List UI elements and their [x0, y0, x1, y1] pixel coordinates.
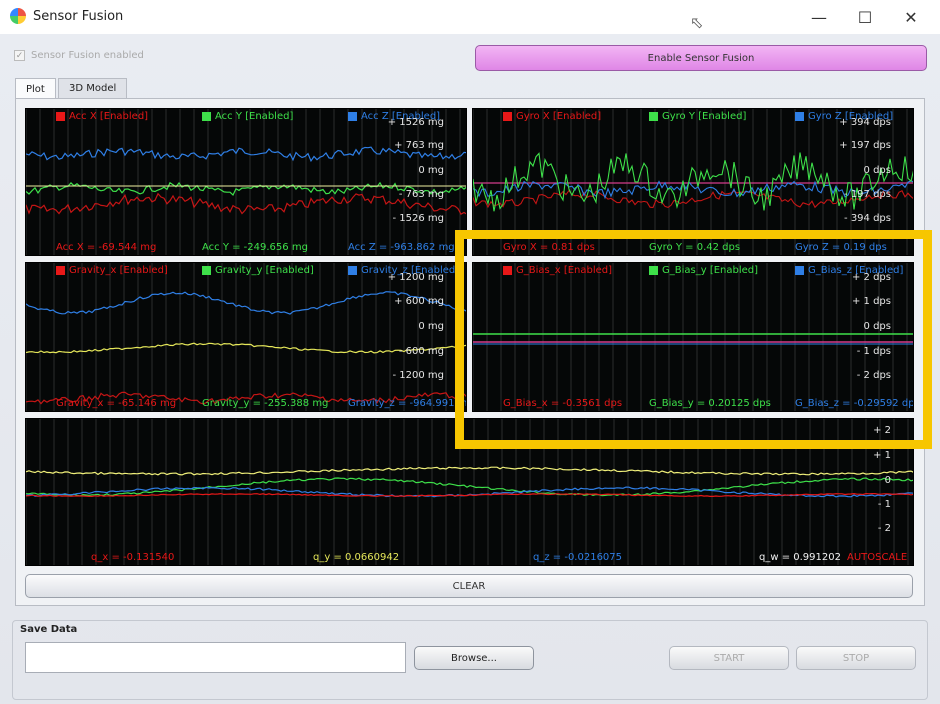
acc-readout-x: Acc X = -69.544 mg: [56, 242, 157, 253]
acc-tick: + 1526 mg: [387, 117, 444, 128]
gravity-readout-z: Gravity_z = -964.991 mg: [348, 398, 467, 409]
gbias-legend-y[interactable]: G_Bias_y [Enabled]: [649, 265, 758, 276]
sensor-fusion-checkbox-row[interactable]: ✓ Sensor Fusion enabled: [14, 50, 144, 61]
acc-tick: 0 mg: [418, 165, 444, 176]
save-path-input[interactable]: [25, 642, 406, 673]
gyro-readout-y: Gyro Y = 0.42 dps: [649, 242, 741, 253]
gbias-plot: G_Bias_x [Enabled] G_Bias_y [Enabled] G_…: [472, 262, 914, 412]
gbias-tick: + 1 dps: [851, 296, 891, 307]
gravity-tick: - 1200 mg: [392, 370, 444, 381]
mouse-cursor-icon: ⬁: [690, 13, 704, 32]
gyro-tick: + 394 dps: [839, 117, 891, 128]
sensor-fusion-checkbox[interactable]: ✓: [14, 50, 25, 61]
gyro-plot: Gyro X [Enabled] Gyro Y [Enabled] Gyro Z…: [472, 108, 914, 256]
acc-plot: Acc X [Enabled] Acc Y [Enabled] Acc Z [E…: [25, 108, 467, 256]
gravity-tick: 0 mg: [418, 321, 444, 332]
gravity-tick: + 1200 mg: [387, 272, 444, 283]
gbias-tick: 0 dps: [863, 321, 891, 332]
acc-legend-y[interactable]: Acc Y [Enabled]: [202, 111, 293, 122]
window-title: Sensor Fusion: [33, 9, 124, 24]
gravity-tick: + 600 mg: [394, 296, 444, 307]
acc-legend-x[interactable]: Acc X [Enabled]: [56, 111, 148, 122]
maximize-button[interactable]: ☐: [842, 0, 888, 34]
gbias-readout-z: G_Bias_z = -0.29592 dps: [795, 398, 914, 409]
acc-readout-z: Acc Z = -963.862 mg: [348, 242, 455, 253]
autoscale-label[interactable]: AUTOSCALE: [847, 552, 907, 563]
gravity-readout-x: Gravity_x = -65.146 mg: [56, 398, 177, 409]
quat-readout-w: q_w = 0.991202: [759, 552, 841, 563]
gyro-tick: + 197 dps: [839, 140, 891, 151]
minimize-button[interactable]: —: [796, 0, 842, 34]
browse-button[interactable]: Browse...: [414, 646, 534, 670]
app-icon: [10, 8, 26, 24]
gyro-tick: 0 dps: [863, 165, 891, 176]
enable-sensor-fusion-button[interactable]: Enable Sensor Fusion: [475, 45, 927, 71]
gyro-tick: - 394 dps: [844, 213, 891, 224]
gbias-tick: - 2 dps: [856, 370, 891, 381]
close-button[interactable]: ✕: [888, 0, 934, 34]
quat-readout-z: q_z = -0.0216075: [533, 552, 623, 563]
gravity-plot-canvas: [26, 263, 466, 411]
gravity-legend-y[interactable]: Gravity_y [Enabled]: [202, 265, 314, 276]
stop-button[interactable]: STOP: [796, 646, 916, 670]
gyro-readout-z: Gyro Z = 0.19 dps: [795, 242, 887, 253]
gyro-legend-y[interactable]: Gyro Y [Enabled]: [649, 111, 746, 122]
gravity-plot: Gravity_x [Enabled] Gravity_y [Enabled] …: [25, 262, 467, 412]
gravity-tick: - 600 mg: [398, 346, 444, 357]
quaternion-plot: + 2 + 1 0 - 1 - 2 q_x = -0.131540 q_y = …: [25, 418, 914, 566]
gbias-readout-x: G_Bias_x = -0.3561 dps: [503, 398, 623, 409]
gbias-plot-canvas: [473, 263, 913, 411]
save-data-label: Save Data: [20, 624, 78, 635]
sensor-fusion-checkbox-label: Sensor Fusion enabled: [31, 50, 144, 61]
tab-3d-model[interactable]: 3D Model: [58, 78, 128, 98]
quat-tick: - 2: [877, 523, 891, 534]
quat-readout-y: q_y = 0.0660942: [313, 552, 400, 563]
gyro-tick: - 197 dps: [844, 189, 891, 200]
gravity-legend-x[interactable]: Gravity_x [Enabled]: [56, 265, 168, 276]
gyro-plot-canvas: [473, 109, 913, 255]
quat-tick: - 1: [877, 499, 891, 510]
tab-plot[interactable]: Plot: [15, 78, 56, 99]
quat-readout-x: q_x = -0.131540: [91, 552, 175, 563]
gbias-legend-x[interactable]: G_Bias_x [Enabled]: [503, 265, 612, 276]
acc-tick: - 763 mg: [398, 189, 444, 200]
acc-tick: + 763 mg: [394, 140, 444, 151]
quat-tick: 0: [884, 475, 891, 486]
clear-button[interactable]: CLEAR: [25, 574, 913, 598]
quat-tick: + 2: [873, 425, 891, 436]
gyro-legend-x[interactable]: Gyro X [Enabled]: [503, 111, 601, 122]
start-button[interactable]: START: [669, 646, 789, 670]
acc-plot-canvas: [26, 109, 466, 255]
gbias-tick: + 2 dps: [851, 272, 891, 283]
gbias-readout-y: G_Bias_y = 0.20125 dps: [649, 398, 771, 409]
title-bar: Sensor Fusion ⬁ — ☐ ✕: [0, 0, 940, 34]
quaternion-plot-canvas: [26, 419, 913, 565]
quat-tick: + 1: [873, 450, 891, 461]
acc-tick: - 1526 mg: [392, 213, 444, 224]
gbias-tick: - 1 dps: [856, 346, 891, 357]
gyro-readout-x: Gyro X = 0.81 dps: [503, 242, 595, 253]
gravity-readout-y: Gravity_y = -255.388 mg: [202, 398, 329, 409]
acc-readout-y: Acc Y = -249.656 mg: [202, 242, 308, 253]
